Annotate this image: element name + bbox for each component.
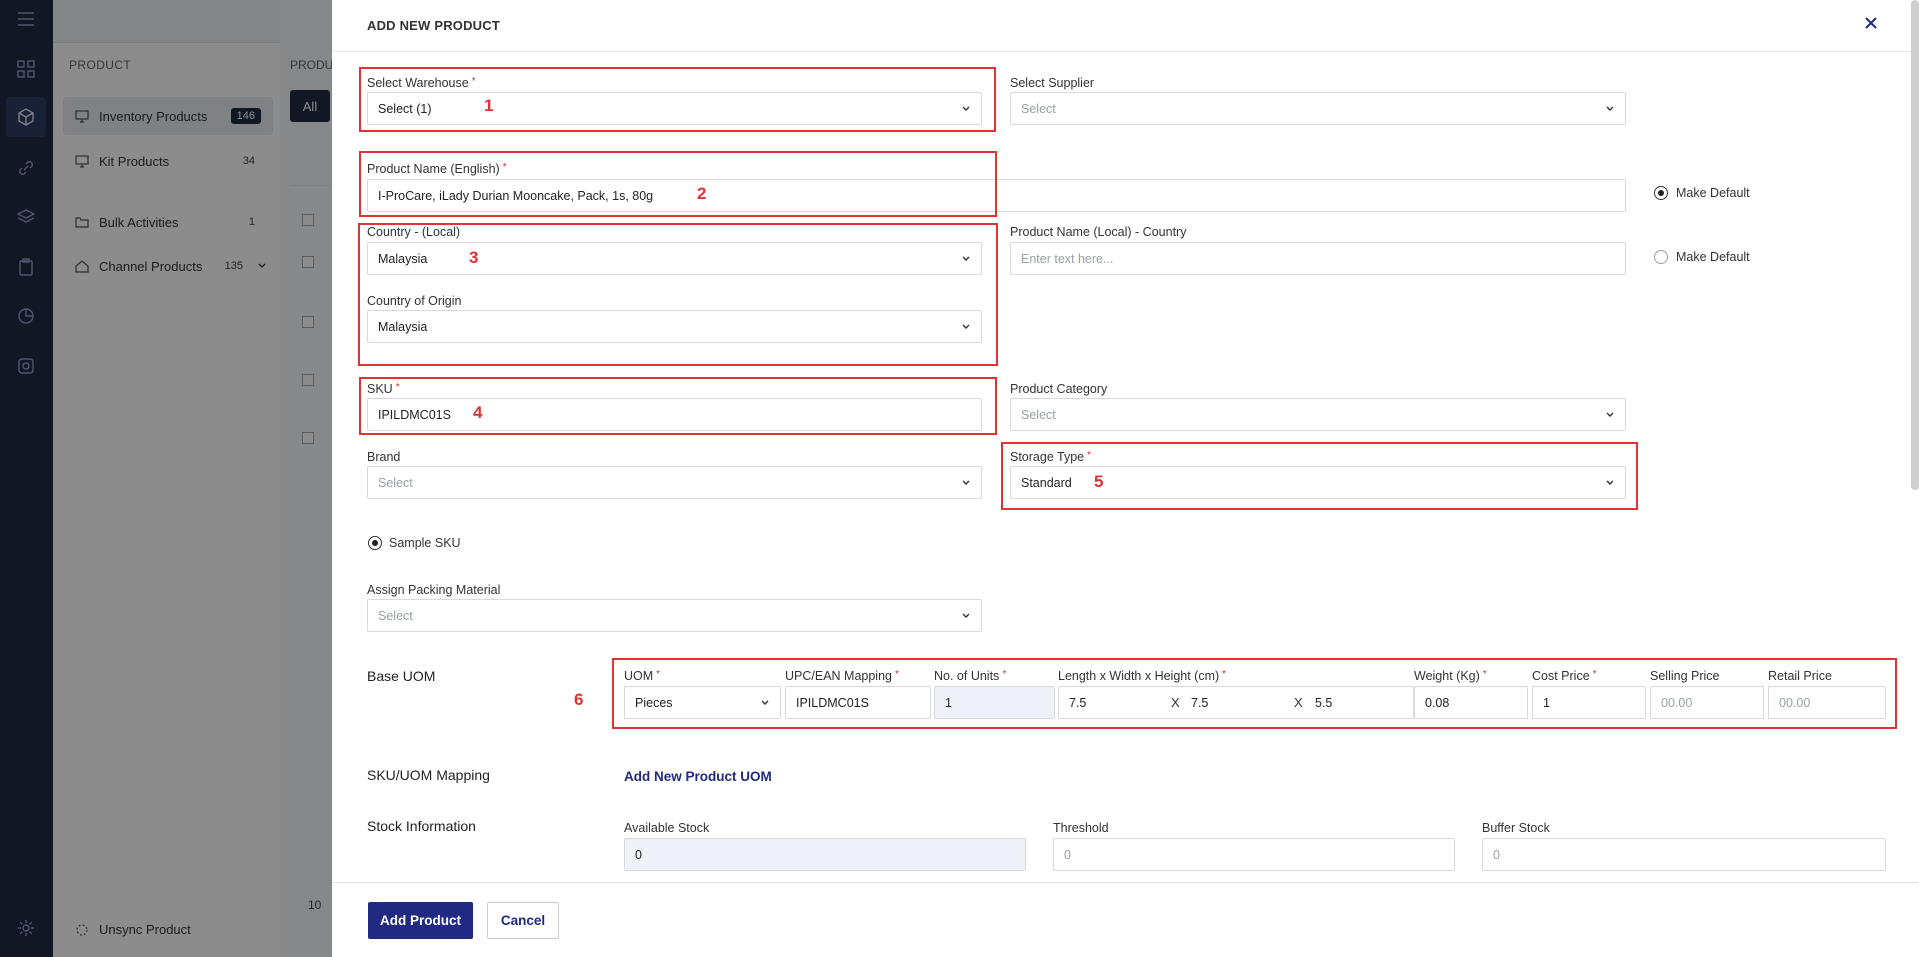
- product-name-local-input[interactable]: Enter text here...: [1010, 242, 1626, 275]
- supplier-label: Select Supplier: [1010, 76, 1095, 90]
- country-local-select[interactable]: Malaysia: [367, 242, 982, 275]
- country-origin-label: Country of Origin: [367, 294, 462, 308]
- annotation-number: 1: [484, 96, 494, 115]
- category-select[interactable]: Select: [1010, 398, 1626, 431]
- retail-label: Retail Price: [1768, 669, 1832, 683]
- chevron-down-icon: [962, 324, 970, 329]
- brand-label: Brand: [367, 450, 401, 464]
- scrollbar[interactable]: [1911, 0, 1919, 490]
- dims-separator: X: [1294, 695, 1303, 710]
- chevron-down-icon: [962, 480, 970, 485]
- make-default-radio[interactable]: [1654, 186, 1668, 200]
- width-input[interactable]: 7.5: [1191, 696, 1208, 710]
- sku-uom-section-title: SKU/UOM Mapping: [367, 767, 490, 783]
- country-origin-select[interactable]: Malaysia: [367, 310, 982, 343]
- dims-separator: X: [1171, 695, 1180, 710]
- units-input[interactable]: 1: [934, 686, 1055, 719]
- packing-select[interactable]: Select: [367, 599, 982, 632]
- dims-label: Length x Width x Height (cm) *: [1058, 669, 1227, 683]
- brand-select[interactable]: Select: [367, 466, 982, 499]
- dims-input-group: 7.5 X 7.5 X 5.5: [1058, 686, 1414, 719]
- threshold-input[interactable]: 0: [1053, 838, 1455, 871]
- country-local-label: Country - (Local): [367, 225, 461, 239]
- chevron-down-icon: [962, 256, 970, 261]
- selling-label: Selling Price: [1650, 669, 1720, 683]
- product-name-en-input[interactable]: I-ProCare, iLady Durian Mooncake, Pack, …: [367, 179, 1626, 212]
- chevron-down-icon: [962, 106, 970, 111]
- annotation-number: 6: [574, 690, 584, 709]
- stock-section-title: Stock Information: [367, 818, 476, 834]
- weight-input[interactable]: 0.08: [1414, 686, 1528, 719]
- warehouse-label: Select Warehouse *: [367, 76, 476, 90]
- storage-type-label: Storage Type *: [1010, 450, 1092, 464]
- weight-label: Weight (Kg) *: [1414, 669, 1487, 683]
- packing-label: Assign Packing Material: [367, 583, 501, 597]
- upc-label: UPC/EAN Mapping *: [785, 669, 899, 683]
- annotation-number: 3: [469, 248, 479, 267]
- sku-input[interactable]: IPILDMC01S: [367, 398, 982, 431]
- chevron-down-icon: [1606, 412, 1614, 417]
- sku-label: SKU *: [367, 382, 400, 396]
- cost-label: Cost Price *: [1532, 669, 1597, 683]
- add-new-uom-link[interactable]: Add New Product UOM: [624, 769, 772, 784]
- length-input[interactable]: 7.5: [1069, 696, 1086, 710]
- chevron-down-icon: [1606, 106, 1614, 111]
- modal-header: ADD NEW PRODUCT: [332, 0, 1919, 52]
- make-default-label-2: Make Default: [1676, 250, 1750, 264]
- available-stock-input[interactable]: 0: [624, 838, 1026, 871]
- make-default-radio-2[interactable]: [1654, 250, 1668, 264]
- chevron-down-icon: [962, 613, 970, 618]
- units-label: No. of Units *: [934, 669, 1007, 683]
- sample-sku-label: Sample SKU: [389, 536, 461, 550]
- chevron-down-icon: [1606, 480, 1614, 485]
- add-product-modal: ADD NEW PRODUCT Select Warehouse * Select…: [332, 0, 1919, 957]
- add-product-button[interactable]: Add Product: [368, 902, 473, 939]
- threshold-label: Threshold: [1053, 821, 1109, 835]
- modal-footer: [332, 882, 1919, 957]
- warehouse-select[interactable]: Select (1): [367, 92, 982, 125]
- make-default-label: Make Default: [1676, 186, 1750, 200]
- cancel-button[interactable]: Cancel: [487, 902, 559, 939]
- upc-input[interactable]: IPILDMC01S: [785, 686, 931, 719]
- uom-label: UOM *: [624, 669, 661, 683]
- uom-select[interactable]: Pieces: [624, 686, 781, 719]
- available-stock-label: Available Stock: [624, 821, 710, 835]
- category-label: Product Category: [1010, 382, 1108, 396]
- buffer-stock-input[interactable]: 0: [1482, 838, 1886, 871]
- close-icon[interactable]: [1863, 15, 1881, 33]
- supplier-select[interactable]: Select: [1010, 92, 1626, 125]
- modal-title: ADD NEW PRODUCT: [367, 18, 500, 33]
- chevron-down-icon: [761, 700, 769, 705]
- annotation-number: 5: [1094, 472, 1104, 491]
- height-input[interactable]: 5.5: [1315, 696, 1332, 710]
- cost-input[interactable]: 1: [1532, 686, 1646, 719]
- annotation-number: 4: [473, 403, 483, 422]
- buffer-stock-label: Buffer Stock: [1482, 821, 1550, 835]
- base-uom-section-title: Base UOM: [367, 668, 436, 684]
- sample-sku-radio[interactable]: [368, 536, 382, 550]
- selling-input[interactable]: 00.00: [1650, 686, 1764, 719]
- retail-input[interactable]: 00.00: [1768, 686, 1886, 719]
- annotation-number: 2: [697, 184, 707, 203]
- product-name-en-label: Product Name (English) *: [367, 162, 507, 176]
- product-name-local-label: Product Name (Local) - Country: [1010, 225, 1187, 239]
